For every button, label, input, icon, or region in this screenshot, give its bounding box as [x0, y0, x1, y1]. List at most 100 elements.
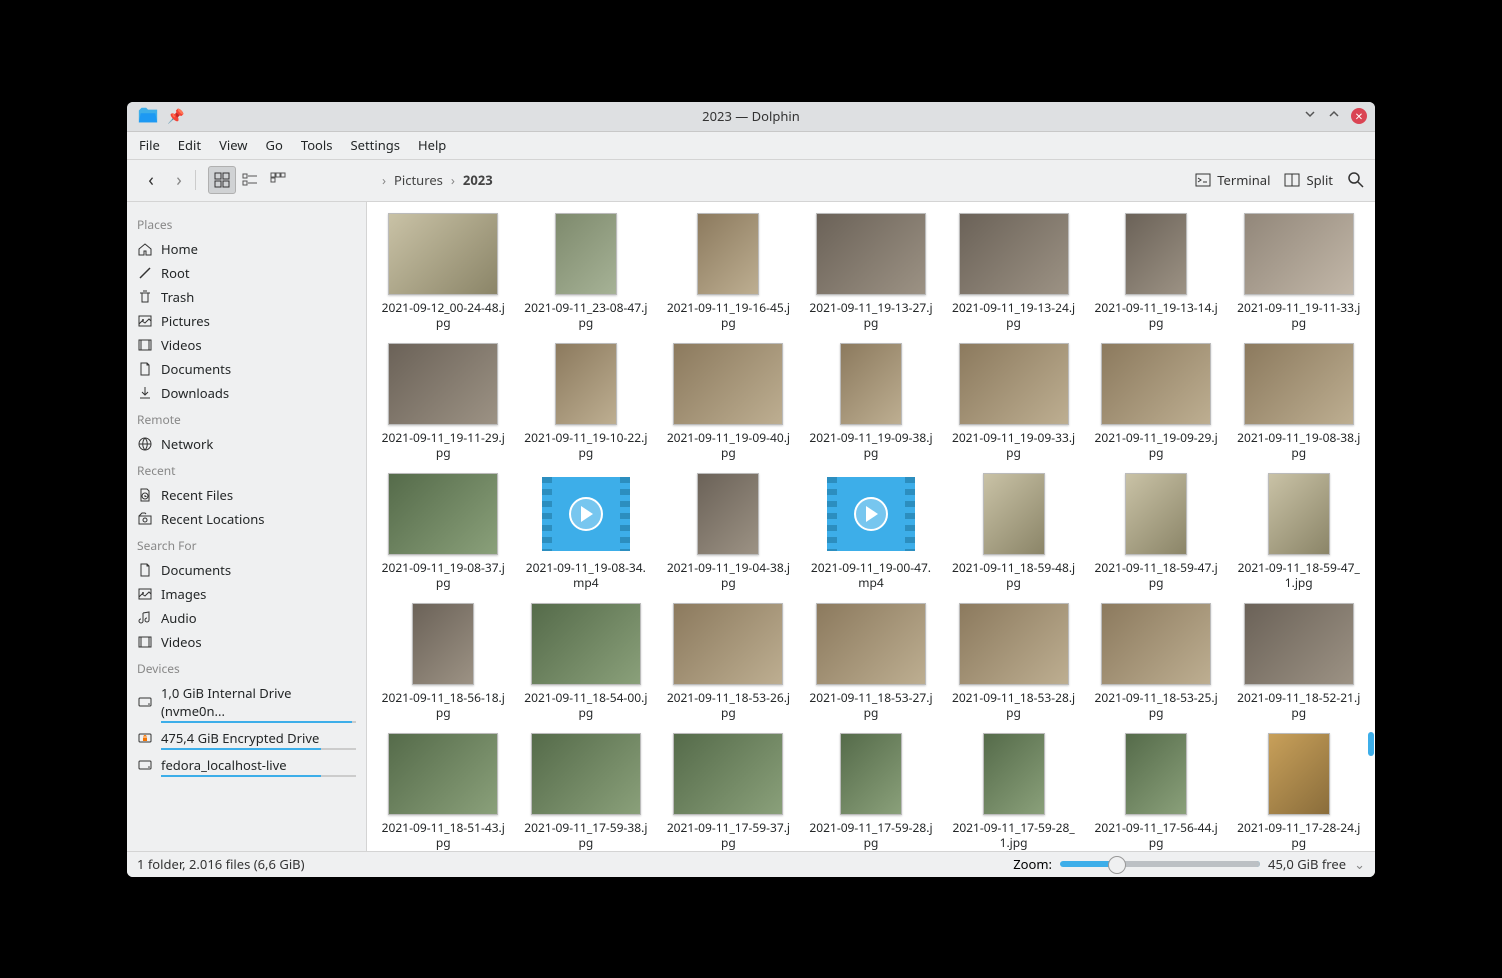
file-item[interactable]: 2021-09-11_19-10-22.jpg [516, 338, 657, 462]
file-item[interactable]: 2021-09-11_18-59-48.jpg [943, 468, 1084, 592]
file-item[interactable]: 2021-09-11_18-52-21.jpg [1228, 598, 1369, 722]
titlebar[interactable]: 📌 2023 — Dolphin ✕ [127, 102, 1375, 132]
file-item[interactable]: 2021-09-11_19-09-38.jpg [801, 338, 942, 462]
recent-header: Recent [133, 456, 360, 483]
search-button[interactable] [1347, 171, 1365, 189]
file-item[interactable]: 2021-09-11_19-00-47.mp4 [801, 468, 942, 592]
split-button[interactable]: Split [1284, 171, 1333, 189]
breadcrumb-parent[interactable]: Pictures [394, 171, 443, 189]
breadcrumb-current[interactable]: 2023 [463, 171, 493, 189]
videos-icon [137, 337, 153, 353]
minimize-button[interactable] [1303, 107, 1317, 125]
sidebar-item-videos[interactable]: Videos [133, 333, 360, 357]
file-item[interactable]: 2021-09-11_17-59-28_1.jpg [943, 728, 1084, 851]
terminal-button[interactable]: Terminal [1195, 171, 1270, 189]
file-item[interactable]: 2021-09-11_19-16-45.jpg [658, 208, 799, 332]
file-item[interactable]: 2021-09-11_18-53-26.jpg [658, 598, 799, 722]
compact-view-button[interactable] [236, 166, 264, 194]
trash-icon [137, 289, 153, 305]
file-item[interactable]: 2021-09-11_18-53-27.jpg [801, 598, 942, 722]
file-item[interactable]: 2021-09-11_18-51-43.jpg [373, 728, 514, 851]
pictures-icon [137, 313, 153, 329]
details-view-button[interactable] [264, 166, 292, 194]
scrollbar-thumb[interactable] [1368, 732, 1374, 756]
menu-edit[interactable]: Edit [178, 136, 201, 154]
sidebar-item-label: Recent Files [161, 486, 233, 504]
breadcrumb[interactable]: › Pictures › 2023 [382, 171, 493, 189]
sidebar-item-label: Documents [161, 360, 231, 378]
sidebar-item-pictures[interactable]: Pictures [133, 309, 360, 333]
menu-tools[interactable]: Tools [301, 136, 333, 154]
file-item[interactable]: 2021-09-11_19-09-33.jpg [943, 338, 1084, 462]
sidebar-item-trash[interactable]: Trash [133, 285, 360, 309]
file-item[interactable]: 2021-09-12_00-24-48.jpg [373, 208, 514, 332]
file-item[interactable]: 2021-09-11_19-13-14.jpg [1086, 208, 1227, 332]
zoom-slider[interactable] [1060, 861, 1260, 867]
network-icon [137, 436, 153, 452]
file-name: 2021-09-11_19-13-27.jpg [809, 300, 933, 330]
file-item[interactable]: 2021-09-11_18-53-28.jpg [943, 598, 1084, 722]
menu-view[interactable]: View [219, 136, 247, 154]
sidebar-item-audio[interactable]: Audio [133, 606, 360, 630]
file-item[interactable]: 2021-09-11_19-11-29.jpg [373, 338, 514, 462]
separator [195, 170, 196, 190]
menu-go[interactable]: Go [266, 136, 283, 154]
file-item[interactable]: 2021-09-11_23-08-47.jpg [516, 208, 657, 332]
sidebar-device-0[interactable]: 1,0 GiB Internal Drive (nvme0n... [133, 681, 360, 726]
sidebar-item-recent-locations[interactable]: Recent Locations [133, 507, 360, 531]
file-item[interactable]: 2021-09-11_19-08-34.mp4 [516, 468, 657, 592]
file-item[interactable]: 2021-09-11_17-59-28.jpg [801, 728, 942, 851]
menu-help[interactable]: Help [418, 136, 446, 154]
maximize-button[interactable] [1327, 107, 1341, 125]
sidebar-device-2[interactable]: fedora_localhost-live [133, 753, 360, 780]
file-item[interactable]: 2021-09-11_19-13-24.jpg [943, 208, 1084, 332]
file-name: 2021-09-11_19-09-33.jpg [952, 430, 1076, 460]
sidebar-item-network[interactable]: Network [133, 432, 360, 456]
file-item[interactable]: 2021-09-11_18-53-25.jpg [1086, 598, 1227, 722]
back-button[interactable]: ‹ [137, 166, 165, 194]
file-item[interactable]: 2021-09-11_18-56-18.jpg [373, 598, 514, 722]
forward-button[interactable]: › [165, 166, 193, 194]
file-item[interactable]: 2021-09-11_18-54-00.jpg [516, 598, 657, 722]
menu-file[interactable]: File [139, 136, 160, 154]
terminal-icon [1195, 172, 1211, 188]
pin-icon[interactable]: 📌 [167, 107, 184, 126]
file-item[interactable]: 2021-09-11_17-56-44.jpg [1086, 728, 1227, 851]
file-item[interactable]: 2021-09-11_19-09-29.jpg [1086, 338, 1227, 462]
sidebar-item-documents[interactable]: Documents [133, 558, 360, 582]
sidebar-device-1[interactable]: 475,4 GiB Encrypted Drive [133, 726, 360, 753]
sidebar-item-label: Pictures [161, 312, 210, 330]
sidebar-item-root[interactable]: Root [133, 261, 360, 285]
file-item[interactable]: 2021-09-11_19-08-38.jpg [1228, 338, 1369, 462]
image-thumbnail [1125, 473, 1187, 555]
file-item[interactable]: 2021-09-11_19-11-33.jpg [1228, 208, 1369, 332]
file-item[interactable]: 2021-09-11_18-59-47.jpg [1086, 468, 1227, 592]
sidebar-item-images[interactable]: Images [133, 582, 360, 606]
chevron-down-icon[interactable]: ⌄ [1354, 855, 1365, 873]
file-item[interactable]: 2021-09-11_17-59-38.jpg [516, 728, 657, 851]
file-item[interactable]: 2021-09-11_19-09-40.jpg [658, 338, 799, 462]
close-button[interactable]: ✕ [1351, 108, 1367, 124]
zoom-label: Zoom: [1013, 855, 1052, 873]
file-item[interactable]: 2021-09-11_19-04-38.jpg [658, 468, 799, 592]
image-thumbnail [983, 473, 1045, 555]
image-thumbnail [388, 733, 498, 815]
menu-settings[interactable]: Settings [351, 136, 400, 154]
file-view[interactable]: 2021-09-12_00-24-48.jpg2021-09-11_23-08-… [367, 202, 1375, 851]
file-item[interactable]: 2021-09-11_18-59-47_1.jpg [1228, 468, 1369, 592]
file-name: 2021-09-11_17-59-28.jpg [809, 820, 933, 850]
sidebar-item-recent-files[interactable]: Recent Files [133, 483, 360, 507]
icon-view-button[interactable] [208, 166, 236, 194]
file-item[interactable]: 2021-09-11_17-59-37.jpg [658, 728, 799, 851]
file-name: 2021-09-11_19-09-38.jpg [809, 430, 933, 460]
search-icon [1347, 171, 1365, 189]
sidebar-item-documents[interactable]: Documents [133, 357, 360, 381]
file-item[interactable]: 2021-09-11_19-13-27.jpg [801, 208, 942, 332]
documents-icon [137, 562, 153, 578]
file-item[interactable]: 2021-09-11_17-28-24.jpg [1228, 728, 1369, 851]
file-name: 2021-09-11_19-10-22.jpg [524, 430, 648, 460]
file-item[interactable]: 2021-09-11_19-08-37.jpg [373, 468, 514, 592]
sidebar-item-videos[interactable]: Videos [133, 630, 360, 654]
sidebar-item-downloads[interactable]: Downloads [133, 381, 360, 405]
sidebar-item-home[interactable]: Home [133, 237, 360, 261]
